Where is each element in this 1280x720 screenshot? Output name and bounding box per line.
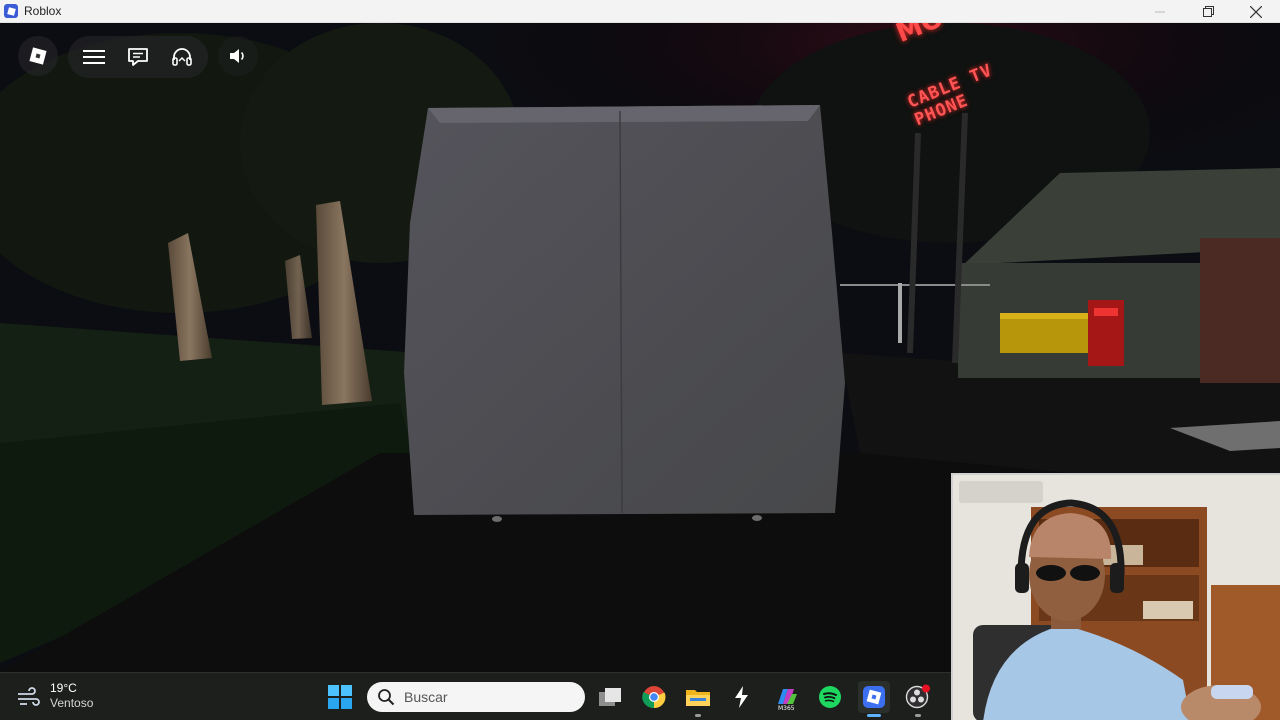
roblox-menu-button[interactable] [18, 36, 58, 76]
voice-button[interactable] [166, 41, 198, 73]
restore-icon [1202, 6, 1214, 17]
close-button[interactable] [1232, 0, 1280, 23]
minimize-button[interactable] [1136, 0, 1184, 23]
wind-icon [18, 687, 40, 706]
roblox-icon [4, 4, 18, 18]
weather-widget[interactable]: 19°C Ventoso [16, 681, 93, 711]
hud-toolbar [68, 36, 208, 78]
taskbar-roblox[interactable] [858, 681, 890, 717]
task-view-icon [599, 688, 621, 706]
spotify-icon [819, 686, 841, 708]
roblox-logo-icon [29, 47, 47, 65]
chat-button[interactable] [122, 41, 154, 73]
taskbar-spotify[interactable] [814, 681, 846, 713]
taskbar-m365[interactable]: M365 [770, 681, 802, 713]
window-titlebar[interactable]: Roblox [0, 0, 1280, 23]
volume-button[interactable] [218, 36, 258, 76]
chat-icon [128, 48, 148, 66]
webcam-feed [953, 475, 1280, 720]
menu-button[interactable] [78, 41, 110, 73]
weather-condition: Ventoso [50, 696, 94, 710]
taskbar-chrome[interactable] [638, 681, 670, 713]
hamburger-menu-icon [83, 50, 105, 64]
search-placeholder: Buscar [404, 689, 448, 705]
search-icon [378, 689, 395, 706]
active-indicator [867, 714, 881, 717]
chrome-icon [642, 686, 666, 709]
taskbar-search[interactable]: Buscar [367, 682, 585, 712]
file-explorer-icon [686, 690, 710, 706]
taskbar-task-view[interactable] [594, 681, 626, 713]
m365-label: M365 [778, 705, 795, 712]
restore-button[interactable] [1184, 0, 1232, 23]
bolt-app-icon [735, 686, 748, 708]
speaker-icon [230, 49, 244, 63]
windows-start-icon [328, 685, 352, 709]
minimize-icon [1155, 11, 1165, 12]
start-button[interactable] [328, 685, 352, 709]
obs-icon [905, 684, 930, 709]
window-title: Roblox [24, 4, 62, 18]
weather-temperature: 19°C [50, 681, 77, 695]
headset-icon [172, 48, 192, 66]
roblox-icon [863, 686, 885, 708]
taskbar-file-explorer[interactable] [682, 681, 714, 717]
webcam-overlay [951, 473, 1280, 720]
running-indicator [695, 714, 701, 717]
taskbar-obs[interactable] [902, 681, 934, 717]
close-icon [1250, 5, 1262, 18]
taskbar-bolt-app[interactable] [726, 681, 758, 713]
running-indicator [915, 714, 921, 717]
